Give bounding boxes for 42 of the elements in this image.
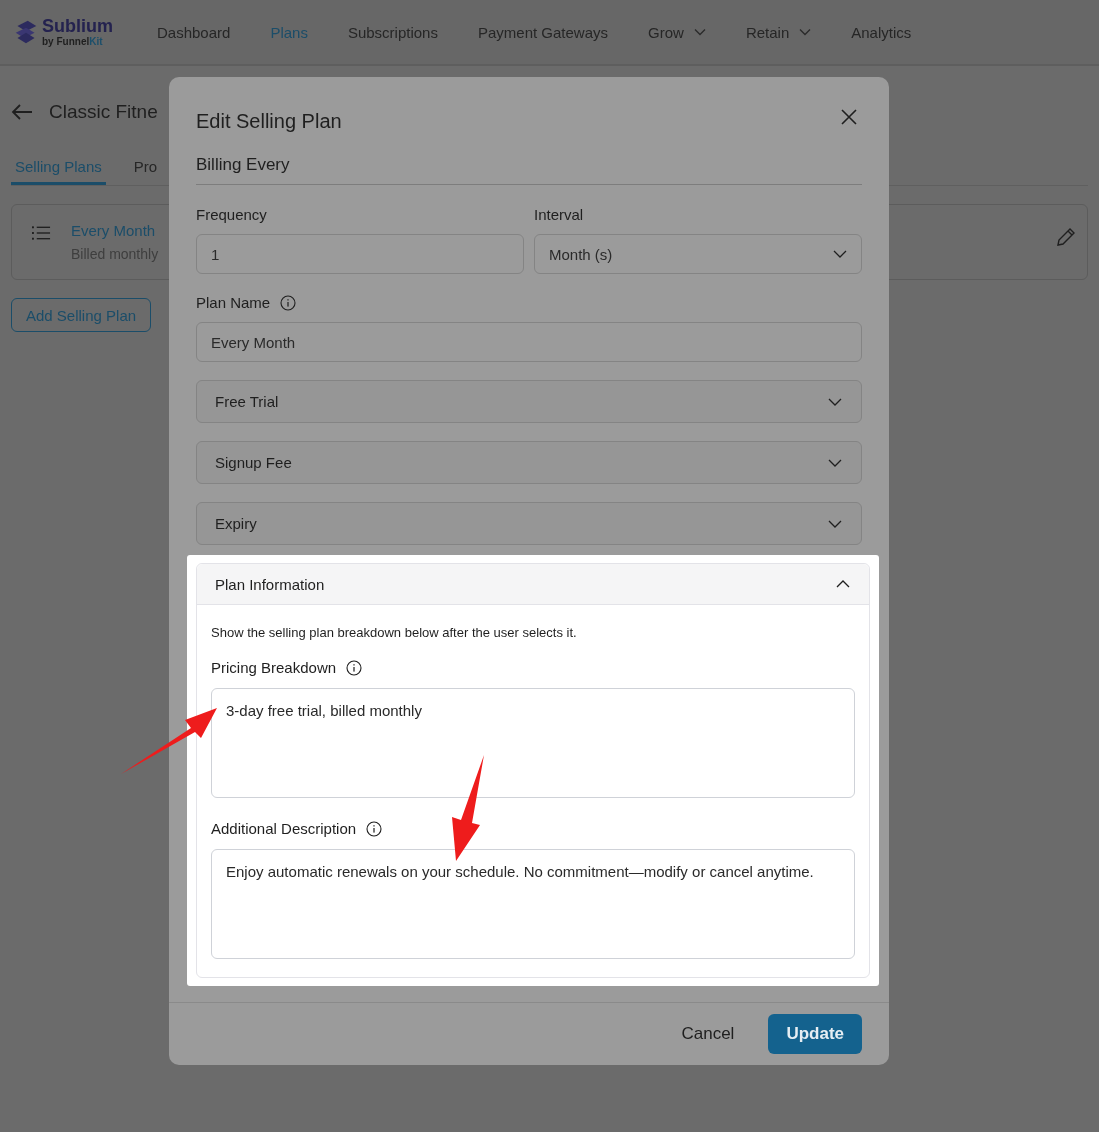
brand-name: Sublium bbox=[42, 17, 113, 35]
logo-icon bbox=[14, 18, 38, 46]
field-label: Pricing Breakdown bbox=[211, 659, 337, 676]
frequency-field[interactable]: 1 bbox=[196, 234, 524, 274]
list-icon bbox=[32, 225, 51, 241]
tab[interactable]: Pro bbox=[129, 158, 162, 185]
info-icon[interactable] bbox=[366, 820, 383, 837]
field-label: Frequency bbox=[196, 206, 268, 223]
nav-link[interactable]: Dashboard bbox=[157, 23, 231, 41]
nav-link[interactable]: Subscriptions bbox=[347, 23, 438, 41]
info-icon[interactable] bbox=[346, 659, 363, 676]
close-icon[interactable] bbox=[840, 108, 858, 126]
brand-byline: by FunnelKit bbox=[42, 37, 104, 47]
field-label: Plan Name bbox=[196, 294, 271, 311]
additional-description-field[interactable]: Enjoy automatic renewals on your schedule. No commitment—modify or cancel anytime. bbox=[211, 849, 855, 959]
helper-text: Show the selling plan breakdown below after the user selects it. bbox=[211, 625, 578, 640]
field-label: Interval bbox=[534, 206, 585, 223]
chevron-icon bbox=[836, 580, 850, 588]
accordion-header[interactable]: Expiry bbox=[196, 502, 862, 545]
pricing-breakdown-field[interactable]: 3-day free trial, billed monthly bbox=[211, 688, 855, 798]
field-label: Additional Description bbox=[211, 820, 357, 837]
update-button[interactable]: Update bbox=[768, 1014, 862, 1054]
chevron-down-icon bbox=[833, 250, 847, 258]
nav-link[interactable]: Retain bbox=[745, 23, 812, 41]
interval-dropdown[interactable]: Month (s) bbox=[534, 234, 862, 274]
back-arrow-icon[interactable] bbox=[11, 103, 33, 121]
dialog-title: Edit Selling Plan bbox=[196, 109, 342, 133]
chevron-icon bbox=[828, 519, 842, 528]
nav-link[interactable]: Grow bbox=[648, 23, 706, 41]
section-heading: Billing Every bbox=[196, 155, 862, 185]
chevron-icon bbox=[828, 458, 842, 467]
chevron-icon bbox=[828, 397, 842, 406]
plan-name-field[interactable]: Every Month bbox=[196, 322, 862, 362]
accordion-header[interactable]: Plan Information bbox=[197, 564, 869, 605]
accordion-header[interactable]: Free Trial bbox=[196, 380, 862, 423]
plan-name: Every Month bbox=[71, 222, 156, 239]
edit-icon[interactable] bbox=[1055, 226, 1077, 248]
page-title: Classic Fitne bbox=[49, 101, 158, 123]
cancel-button[interactable]: Cancel bbox=[675, 1023, 741, 1045]
nav-link[interactable]: Payment Gateways bbox=[477, 23, 609, 41]
nav-link[interactable]: Analytics bbox=[851, 23, 912, 41]
accordion-header[interactable]: Signup Fee bbox=[196, 441, 862, 484]
